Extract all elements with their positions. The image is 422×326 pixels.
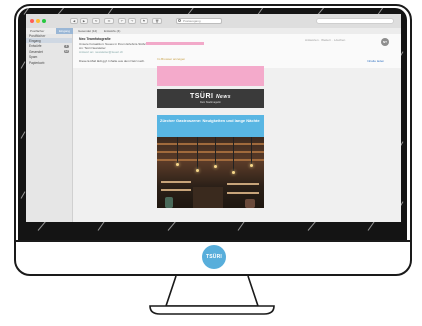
mail-actions[interactable]: Antworten · Weiterl. · Löschen (305, 38, 345, 42)
trash-button[interactable]: 🗑 (152, 18, 162, 24)
search-icon (178, 19, 181, 22)
view-in-browser-link[interactable]: Im Browser anzeigen (157, 57, 185, 61)
reply-all-button[interactable]: ↷ (128, 18, 136, 24)
search-input[interactable] (316, 18, 394, 24)
flag-button[interactable]: ⚑ (140, 18, 148, 24)
newsletter-logo: TSÜRI News (157, 93, 264, 100)
newsletter-headline-block: Zürcher Gastroszene: Neuigkeiten und lan… (157, 115, 264, 137)
reply-button[interactable]: ↶ (118, 18, 126, 24)
newsletter-logo-banner: TSÜRI News Dein Stadtmagazin (157, 89, 264, 108)
zoom-window-button[interactable] (42, 19, 46, 23)
back-button[interactable]: ◀ (70, 18, 78, 24)
sidebar-item-drafts[interactable]: Entwürfe (29, 44, 42, 48)
logo-suffix: News (215, 94, 231, 100)
redacted-address (146, 42, 204, 45)
cafe-photo (157, 137, 264, 208)
minimize-window-button[interactable] (36, 19, 40, 23)
sidebar: Postfächer Eingang Entwürfe 4 Gesendet 1… (26, 34, 73, 222)
newsletter-headline[interactable]: Zürcher Gastroszene: Neuigkeiten und lan… (160, 118, 260, 124)
sent-count-badge: 12 (64, 50, 69, 53)
close-window-button[interactable] (30, 19, 34, 23)
compose-button[interactable]: ✉ (104, 18, 114, 24)
sidebar-item-spam[interactable]: Spam (29, 55, 37, 59)
mail-header: Neo Teamfotografie Unsere Fotoaktion: Ne… (73, 34, 401, 69)
forward-button[interactable]: ▶ (80, 18, 88, 24)
load-content-button[interactable]: Inhalte laden (367, 59, 384, 63)
sidebar-item-sent[interactable]: Gesendet (29, 50, 43, 54)
mailbox-selector[interactable]: Postausgang (176, 18, 222, 24)
sidebar-item-trash[interactable]: Papierkorb (29, 61, 44, 65)
mail-reply-to: Antwort an: newsletter@tsueri.ch (79, 50, 124, 54)
drafts-count-badge: 4 (64, 44, 69, 48)
remote-content-notice: Diese E-Mail lädt ggf. Inhalte aus dem N… (79, 59, 145, 63)
sidebar-item-inbox[interactable]: Eingang (29, 39, 41, 43)
refresh-button[interactable]: ⟲ (92, 18, 100, 24)
toolbar: ◀ ▶ ⟲ ✉ ↶ ↷ ⚑ 🗑 Postausgang (26, 14, 401, 29)
avatar: NT (381, 38, 389, 46)
newsletter-logo-sub: Dein Stadtmagazin (199, 101, 222, 104)
logo-word: TSÜRI (189, 93, 214, 100)
newsletter-pink-banner (157, 66, 264, 86)
mail-sender: Neo Teamfotografie (79, 37, 111, 41)
